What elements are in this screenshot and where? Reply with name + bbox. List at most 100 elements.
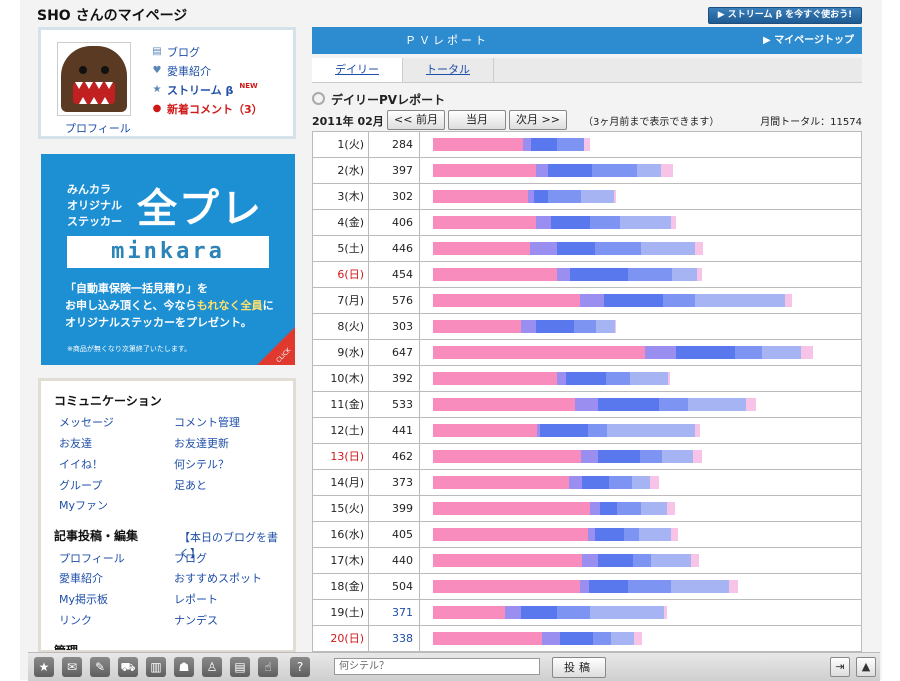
status-input[interactable]: 何シテル？ bbox=[334, 658, 540, 675]
pv-bar-segment bbox=[661, 164, 674, 177]
pv-bar-segment bbox=[531, 138, 557, 151]
pv-bar-segment bbox=[613, 190, 616, 203]
circle-icon bbox=[312, 92, 325, 105]
current-month-button[interactable]: 当月 bbox=[448, 110, 506, 130]
next-month-button[interactable]: 次月 >> bbox=[509, 110, 567, 130]
pv-bar-segment bbox=[670, 528, 679, 541]
pv-bar-segment bbox=[594, 528, 625, 541]
day-cell: 1(火) bbox=[313, 132, 369, 157]
stream-link-label: ストリーム β bbox=[167, 83, 234, 97]
pv-bar-segment bbox=[630, 372, 669, 385]
pv-bar-segment bbox=[433, 554, 583, 567]
pv-bar-segment bbox=[548, 164, 592, 177]
pv-bar-segment bbox=[598, 554, 633, 567]
table-row: 8(火) 303 bbox=[312, 314, 862, 340]
stream-promo-button[interactable]: ▶ ストリーム β を今すぐ使おう! bbox=[708, 7, 862, 24]
pv-bar-segment bbox=[433, 476, 569, 489]
star-icon[interactable]: ★ bbox=[34, 657, 54, 677]
prev-month-button[interactable]: << 前月 bbox=[387, 110, 445, 130]
pv-bar-segment bbox=[675, 346, 735, 359]
chart-icon[interactable]: ▥ bbox=[146, 657, 166, 677]
pv-value: 462 bbox=[370, 444, 420, 469]
group-icon[interactable]: ☗ bbox=[174, 657, 194, 677]
banner-body-text: 「自動車保険一括見積り」を お申し込み頂くと、今ならもれなく全員に オリジナルス… bbox=[65, 280, 274, 331]
dock-icon[interactable]: ⇥ bbox=[830, 657, 850, 677]
pv-bar bbox=[433, 138, 590, 151]
tab-total[interactable]: トータル bbox=[403, 58, 494, 82]
day-label: 10(木) bbox=[330, 372, 364, 385]
post-button[interactable]: 投稿 bbox=[552, 657, 606, 678]
menu-link-bbs[interactable]: My掲示板 bbox=[59, 591, 108, 607]
table-row: 1(火) 284 bbox=[312, 132, 862, 158]
pv-bar-segment bbox=[734, 346, 763, 359]
day-cell: 18(金) bbox=[313, 574, 369, 599]
scroll-top-icon[interactable]: ▲ bbox=[856, 657, 876, 677]
menu-link-footprints[interactable]: 足あと bbox=[174, 477, 207, 493]
menu-link-car-intro[interactable]: 愛車紹介 bbox=[59, 570, 103, 586]
thumbs-up-icon[interactable]: ☝ bbox=[258, 657, 278, 677]
card-icon[interactable]: ▤ bbox=[230, 657, 250, 677]
question-icon[interactable]: ? bbox=[290, 657, 310, 677]
day-label: 20(日) bbox=[330, 632, 364, 645]
tooth bbox=[90, 97, 98, 104]
menu-link-myfan[interactable]: Myファン bbox=[59, 497, 108, 513]
pv-value: 397 bbox=[370, 158, 420, 183]
tooth bbox=[85, 82, 93, 89]
tooth bbox=[95, 82, 103, 89]
stream-link[interactable]: ★ ストリーム β NEW bbox=[151, 80, 263, 99]
profile-link[interactable]: プロフィール bbox=[65, 120, 131, 136]
avatar-eye-right bbox=[101, 66, 109, 74]
pv-bar-segment bbox=[628, 580, 672, 593]
pv-bar-segment bbox=[693, 450, 702, 463]
sticker-banner[interactable]: みんカラ オリジナル ステッカー 全プレ minkara 「自動車保険一括見積り… bbox=[41, 154, 295, 365]
avatar[interactable] bbox=[57, 42, 131, 116]
user-icon[interactable]: ♙ bbox=[202, 657, 222, 677]
profile-box: プロフィール ▤ ブログ ♥ 愛車紹介 ★ ストリーム β NEW ● 新着コメント（3） bbox=[38, 27, 296, 139]
menu-link-blog[interactable]: ブログ bbox=[174, 550, 207, 566]
pv-bar-segment bbox=[590, 502, 600, 515]
pv-bar-segment bbox=[588, 580, 629, 593]
menu-box: コミュニケーション メッセージ コメント管理 お友達 お友達更新 イイね！ 何シ… bbox=[38, 378, 296, 653]
day-label: 2(水) bbox=[337, 164, 364, 177]
menu-link-report[interactable]: レポート bbox=[174, 591, 218, 607]
pv-bar-segment bbox=[541, 632, 560, 645]
car-icon[interactable]: ⛟ bbox=[118, 657, 138, 677]
pv-bar-segment bbox=[535, 320, 575, 333]
pv-bar-segment bbox=[433, 372, 557, 385]
pv-bar-segment bbox=[592, 632, 612, 645]
tab-daily[interactable]: デイリー bbox=[312, 58, 403, 82]
menu-link-friends[interactable]: お友達 bbox=[59, 435, 92, 451]
menu-link-link[interactable]: リンク bbox=[59, 612, 92, 628]
day-cell: 3(木) bbox=[313, 184, 369, 209]
pv-bar-segment bbox=[603, 294, 664, 307]
pv-bar-segment bbox=[688, 398, 747, 411]
table-row: 5(土) 446 bbox=[312, 236, 862, 262]
pv-bar-segment bbox=[587, 424, 607, 437]
menu-link-what-doing[interactable]: 何シテル？ bbox=[174, 456, 229, 472]
menu-link-group[interactable]: グループ bbox=[59, 477, 102, 493]
section-title-label: デイリーPVレポート bbox=[331, 93, 446, 107]
pv-bar-segment bbox=[556, 268, 571, 281]
menu-link-message[interactable]: メッセージ bbox=[59, 414, 114, 430]
pv-bar-segment bbox=[638, 528, 671, 541]
menu-link-friend-updates[interactable]: お友達更新 bbox=[174, 435, 229, 451]
pv-bar-segment bbox=[522, 138, 532, 151]
car-intro-link[interactable]: ♥ 愛車紹介 bbox=[151, 61, 263, 80]
pv-bar-segment bbox=[581, 190, 614, 203]
pen-icon[interactable]: ✎ bbox=[90, 657, 110, 677]
new-comments-link[interactable]: ● 新着コメント（3） bbox=[151, 99, 263, 118]
pv-tabs: デイリー トータル bbox=[312, 58, 862, 83]
comment-icon: ● bbox=[152, 102, 162, 114]
menu-link-profile[interactable]: プロフィール bbox=[59, 550, 125, 566]
menu-link-nandesu[interactable]: ナンデス bbox=[174, 612, 218, 628]
mail-icon[interactable]: ✉ bbox=[62, 657, 82, 677]
mypage-top-link[interactable]: ▶ マイページトップ bbox=[763, 27, 854, 54]
menu-link-comment-manage[interactable]: コメント管理 bbox=[174, 414, 240, 430]
pv-bar-segment bbox=[579, 580, 589, 593]
day-label: 4(金) bbox=[337, 216, 364, 229]
pv-value: 533 bbox=[370, 392, 420, 417]
menu-link-spots[interactable]: おすすめスポット bbox=[174, 570, 262, 586]
menu-link-like[interactable]: イイね！ bbox=[59, 456, 103, 472]
table-row: 16(水) 405 bbox=[312, 522, 862, 548]
blog-link[interactable]: ▤ ブログ bbox=[151, 42, 263, 61]
